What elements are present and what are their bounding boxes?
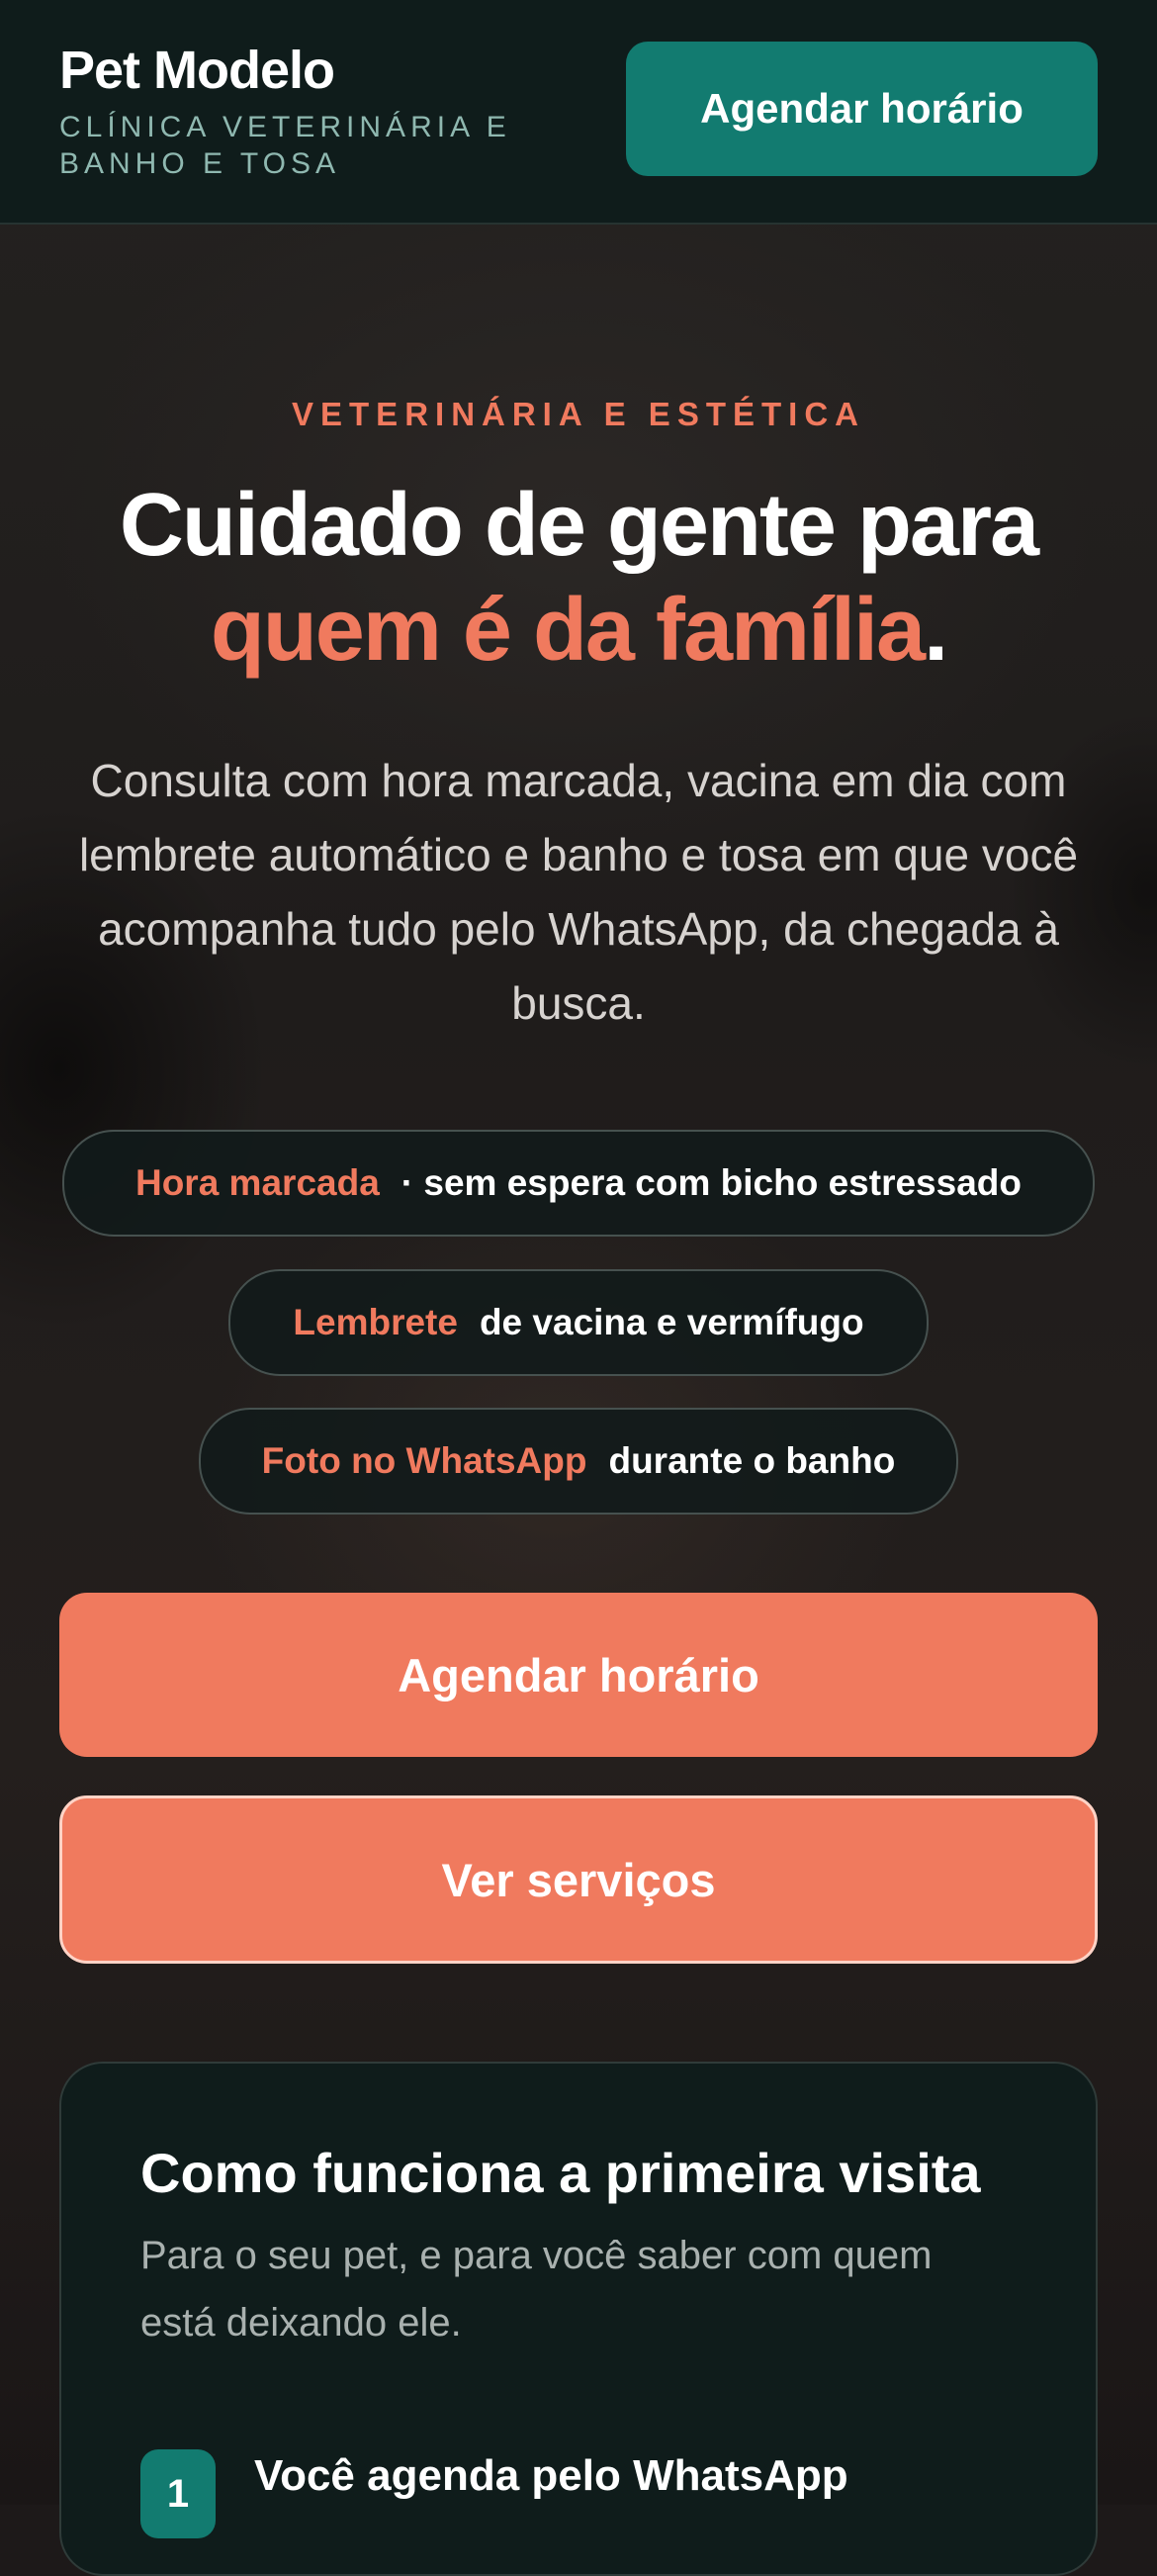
hero-eyebrow: VETERINÁRIA E ESTÉTICA [292, 396, 865, 432]
header-schedule-button[interactable]: Agendar horário [626, 42, 1098, 176]
hero-headline: Cuidado de gente para quem é da família. [40, 473, 1117, 683]
headline-period: . [924, 581, 948, 680]
first-visit-title: Como funciona a primeira visita [140, 2142, 981, 2204]
step-number-badge: 1 [140, 2449, 216, 2538]
site-header: Pet Modelo CLÍNICA VETERINÁRIA E BANHO E… [0, 0, 1157, 225]
pill-text: durante o banho [608, 1440, 896, 1481]
step-title: Você agenda pelo WhatsApp [254, 2451, 848, 2500]
headline-line-1: Cuidado de gente para [119, 476, 1039, 575]
brand-tagline: CLÍNICA VETERINÁRIA E BANHO E TOSA [59, 111, 511, 180]
feature-pill-hora-marcada: Hora marcada · sem espera com bicho estr… [62, 1130, 1095, 1237]
first-visit-card: Como funciona a primeira visita Para o s… [59, 2062, 1098, 2576]
pill-text: · sem espera com bicho estressado [400, 1162, 1022, 1203]
schedule-button[interactable]: Agendar horário [59, 1593, 1098, 1757]
first-visit-subtitle: Para o seu pet, e para você saber com qu… [140, 2234, 933, 2345]
feature-pill-foto-whatsapp: Foto no WhatsApp durante o banho [199, 1408, 958, 1515]
hero-lead: Consulta com hora marcada, vacina em dia… [78, 755, 1079, 1029]
pill-highlight: Hora marcada [134, 1162, 380, 1203]
pill-text: de vacina e vermífugo [479, 1302, 864, 1342]
brand-name[interactable]: Pet Modelo [59, 40, 335, 101]
pill-highlight: Lembrete [293, 1302, 458, 1342]
headline-accent: quem é da família [210, 581, 926, 680]
pill-highlight: Foto no WhatsApp [261, 1440, 587, 1481]
feature-pill-lembrete: Lembrete de vacina e vermífugo [228, 1269, 929, 1376]
view-services-button[interactable]: Ver serviços [59, 1795, 1098, 1964]
